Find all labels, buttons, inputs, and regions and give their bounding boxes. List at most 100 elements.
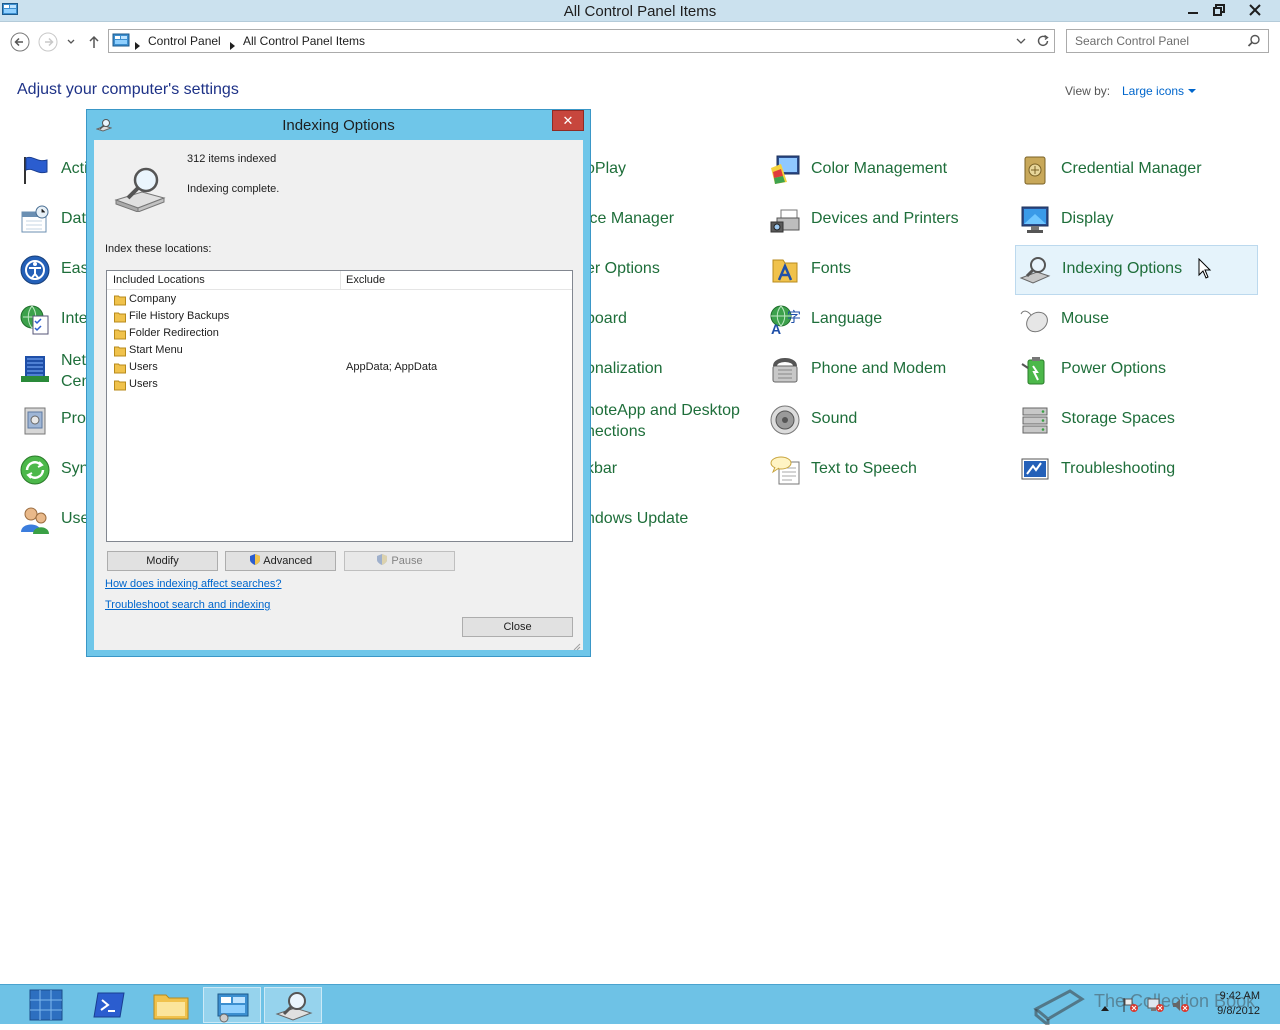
pause-button[interactable]: Pause [344, 551, 455, 571]
cp-item-text-to-speech[interactable]: Text to Speech [765, 445, 1007, 495]
taskbar-powershell[interactable] [80, 987, 138, 1023]
back-button[interactable] [9, 31, 31, 53]
color-monitor-icon [769, 154, 801, 186]
dialog-title: Indexing Options [282, 117, 395, 134]
restore-button[interactable] [1202, 0, 1236, 20]
cp-item-label: Storage Spaces [1061, 410, 1175, 427]
cp-item-indexing-options[interactable]: Indexing Options [1015, 245, 1258, 295]
resize-grip-icon[interactable] [571, 638, 581, 656]
location-row[interactable]: Start Menu [107, 342, 572, 359]
indexing-drive-icon [114, 166, 166, 217]
cp-item-label: board [586, 310, 627, 327]
taskbar-control-panel[interactable] [203, 987, 261, 1023]
tray-flag-warning-icon[interactable] [1122, 997, 1140, 1018]
recent-pages-chevron-icon[interactable] [64, 31, 78, 53]
close-window-button[interactable] [1238, 0, 1272, 20]
modify-button[interactable]: Modify [107, 551, 218, 571]
control-panel-icon [112, 33, 130, 54]
taskbar: The Collection Book 9:42 AM 9/8/2012 [0, 984, 1280, 1029]
cp-item-phone-and-modem[interactable]: Phone and Modem [765, 345, 1007, 395]
taskbar-indexing-options[interactable] [264, 987, 322, 1023]
cp-item-fonts[interactable]: Fonts [765, 245, 1007, 295]
mouse-cursor-icon [1198, 257, 1212, 285]
cp-item-label: oPlay [586, 160, 627, 177]
cp-item-mouse[interactable]: Mouse [1015, 295, 1258, 345]
battery-plug-icon [1019, 354, 1051, 386]
indexing-options-dialog: Indexing Options ✕ 312 items indexed Ind… [86, 109, 591, 657]
sync-icon [19, 454, 51, 486]
search-icon[interactable] [1247, 34, 1261, 53]
items-indexed-count: 312 items indexed [187, 153, 277, 165]
column-header-exclude[interactable]: Exclude [346, 274, 385, 286]
cp-item-sound[interactable]: Sound [765, 395, 1007, 445]
cp-item-language[interactable]: A字 Language [765, 295, 1007, 345]
tray-volume-muted-icon[interactable] [1172, 997, 1190, 1018]
window-title: All Control Panel Items [563, 3, 717, 20]
cp-item-label: Dat [61, 210, 86, 227]
breadcrumb-all-items[interactable]: All Control Panel Items [243, 34, 365, 48]
cp-item-display[interactable]: Display [1015, 195, 1258, 245]
indexing-magnifier-icon [1019, 254, 1051, 286]
up-button[interactable] [86, 31, 102, 53]
address-dropdown-icon[interactable] [1015, 34, 1027, 53]
cp-item-storage-spaces[interactable]: Storage Spaces [1015, 395, 1258, 445]
search-box [1066, 29, 1269, 53]
view-by-dropdown[interactable]: Large icons [1122, 84, 1197, 98]
system-clock[interactable]: 9:42 AM 9/8/2012 [1196, 989, 1260, 1019]
cp-item-credential-manager[interactable]: Credential Manager [1015, 145, 1258, 195]
tray-network-warning-icon[interactable] [1147, 997, 1165, 1018]
troubleshoot-indexing-link[interactable]: Troubleshoot search and indexing [105, 599, 270, 611]
ease-of-access-icon [19, 254, 51, 286]
cp-item-color-management[interactable]: Color Management [765, 145, 1007, 195]
view-by-value: Large icons [1122, 84, 1185, 98]
refresh-icon[interactable] [1035, 33, 1051, 54]
cp-item-label: Indexing Options [1062, 260, 1183, 277]
breadcrumb-separator-icon [230, 37, 236, 55]
location-name: Start Menu [129, 344, 183, 356]
cp-item-troubleshooting[interactable]: Troubleshooting [1015, 445, 1258, 495]
location-row[interactable]: Company [107, 291, 572, 308]
forward-button[interactable] [37, 31, 59, 53]
advanced-label: Advanced [263, 555, 313, 567]
phone-icon [769, 354, 801, 386]
clock-date: 9/8/2012 [1217, 1005, 1260, 1017]
page-heading: Adjust your computer's settings [17, 81, 239, 98]
location-row[interactable]: Folder Redirection [107, 325, 572, 342]
location-row[interactable]: File History Backups [107, 308, 572, 325]
cp-item-devices-and-printers[interactable]: Devices and Printers [765, 195, 1007, 245]
dialog-client-area: 312 items indexed Indexing complete. Ind… [94, 140, 583, 651]
cp-item-power-options[interactable]: Power Options [1015, 345, 1258, 395]
location-row[interactable]: Users [107, 376, 572, 393]
cp-item-label: noteApp and Desktop nections [586, 402, 740, 440]
breadcrumb-control-panel[interactable]: Control Panel [148, 34, 221, 48]
indexing-status: Indexing complete. [187, 183, 280, 195]
location-row[interactable]: Users AppData; AppData [107, 359, 572, 376]
dialog-close-button[interactable]: ✕ [552, 110, 584, 131]
breadcrumb-separator-icon [135, 37, 141, 55]
column-header-included[interactable]: Included Locations [113, 274, 205, 286]
location-name: Users [129, 378, 158, 390]
dropdown-arrow-icon [1188, 89, 1197, 93]
start-button[interactable] [16, 987, 74, 1023]
view-by-label: View by: [1065, 84, 1111, 98]
locations-list[interactable]: Included Locations Exclude Company File … [106, 270, 573, 542]
index-locations-label: Index these locations: [105, 243, 212, 255]
how-indexing-affects-link[interactable]: How does indexing affect searches? [105, 578, 282, 590]
cp-item-label: Syn [61, 460, 89, 477]
close-button[interactable]: Close [462, 617, 573, 637]
cp-item-label: Inte [61, 310, 88, 327]
taskbar-file-explorer[interactable] [142, 987, 200, 1023]
advanced-button[interactable]: Advanced [225, 551, 336, 571]
locations-list-header: Included Locations Exclude [107, 271, 572, 290]
cp-item-label: Phone and Modem [811, 360, 947, 377]
monitor-icon [1019, 204, 1051, 236]
address-bar[interactable]: Control Panel All Control Panel Items [108, 29, 1055, 53]
cp-item-label: Power Options [1061, 360, 1166, 377]
vault-icon [1019, 154, 1051, 186]
watermark: The Collection Book [1030, 985, 1255, 1029]
show-hidden-icons-icon[interactable] [1100, 999, 1110, 1017]
speech-bubble-document-icon [769, 454, 801, 486]
book-icon [1033, 989, 1085, 1029]
fonts-folder-icon [769, 254, 801, 286]
search-input[interactable] [1073, 33, 1243, 49]
